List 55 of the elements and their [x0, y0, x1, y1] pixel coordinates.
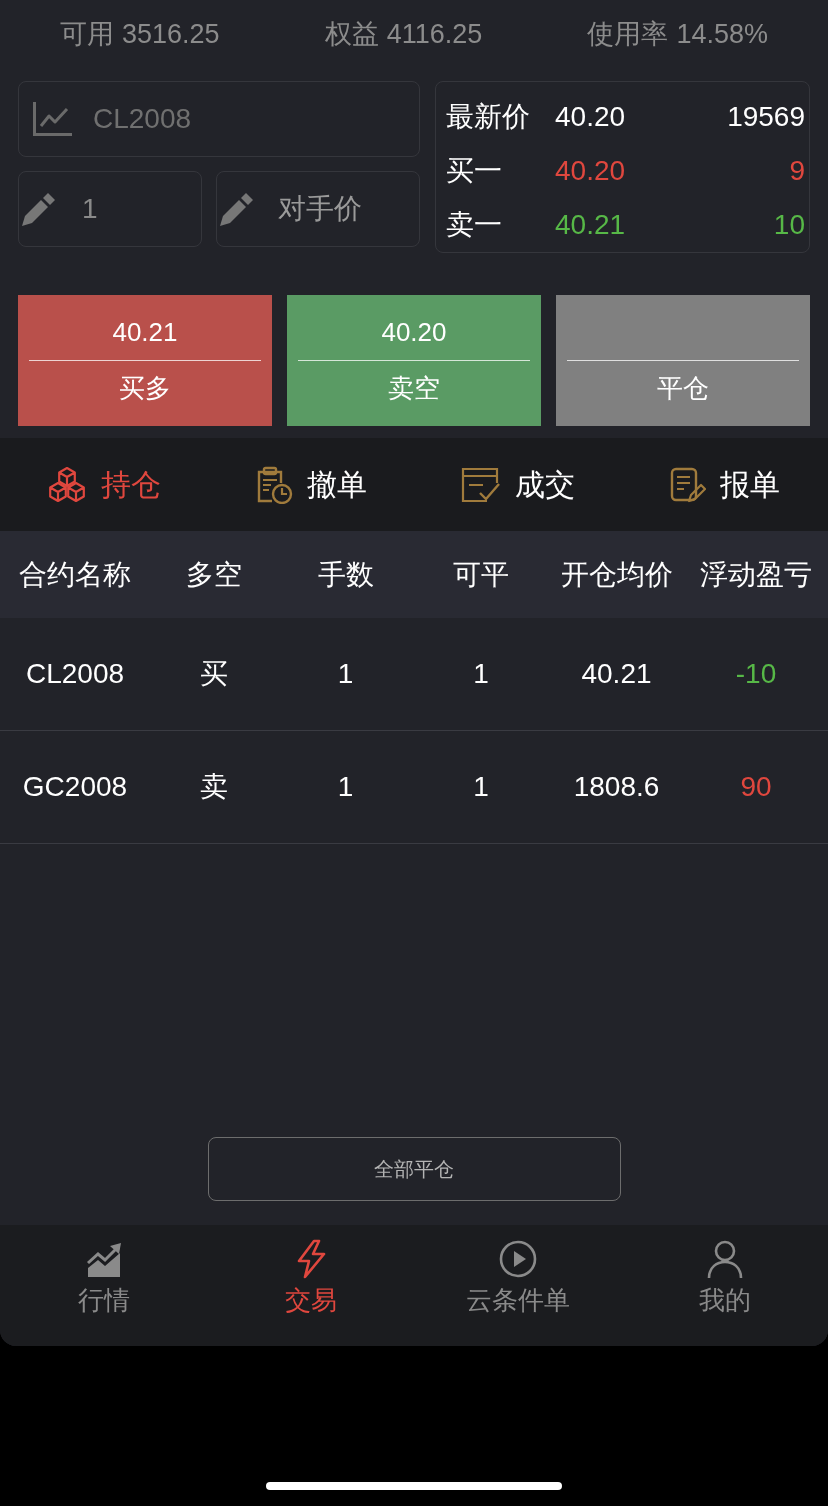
summary-label: 使用率 [587, 17, 669, 51]
column-header: 浮动盈亏 [699, 557, 813, 592]
column-header: 开仓均价 [559, 557, 674, 592]
column-header: 多空 [185, 557, 243, 592]
summary-value: 4116.25 [386, 17, 483, 51]
quote-label: 最新价 [446, 100, 531, 134]
table-cell-text: 90 [739, 770, 773, 804]
tab[interactable]: 成交 [460, 462, 575, 507]
table-cell-text: 1 [336, 657, 355, 691]
nav-tab[interactable]: 行情 [77, 1239, 130, 1317]
play-circle-icon [497, 1239, 538, 1279]
checklist-icon [460, 466, 501, 503]
tab[interactable]: 持仓 [46, 462, 161, 507]
table-cell-text: CL2008 [24, 657, 126, 691]
table-cell-text: 40.21 [580, 657, 653, 691]
quote-volume: 10 [772, 208, 805, 242]
pencil-icon [219, 191, 255, 227]
cubes-icon [46, 466, 87, 503]
symbol-field[interactable]: CL2008 [18, 81, 420, 157]
close-position-button[interactable]: 平仓 [556, 295, 810, 426]
table-cell-text: -10 [734, 657, 778, 691]
quote-volume: 9 [788, 154, 805, 188]
table-cell-text: 卖 [199, 770, 229, 804]
table-cell-text: 1 [336, 770, 355, 804]
quote-label: 买一 [446, 154, 503, 188]
nav-tab[interactable]: 我的 [698, 1239, 751, 1317]
summary-label: 权益 [324, 17, 379, 51]
price-type-field[interactable]: 对手价 [216, 171, 420, 247]
table-cell-text: 买 [199, 657, 229, 691]
summary-value: 14.58% [676, 17, 768, 51]
quantity-field[interactable]: 1 [18, 171, 202, 247]
table-cell-text: 1808.6 [572, 770, 661, 804]
sell-short-button[interactable]: 40.20 卖空 [287, 295, 541, 426]
summary-value: 3516.25 [122, 17, 220, 51]
quote-label: 卖一 [446, 208, 503, 242]
quote-volume: 19569 [727, 100, 805, 134]
pencil-icon [21, 191, 57, 227]
summary-label: 可用 [60, 17, 114, 51]
tab[interactable]: 报单 [669, 462, 780, 507]
table-cell-text: 1 [472, 770, 490, 804]
nav-tab[interactable]: 交易 [284, 1239, 337, 1317]
quote-price: 40.20 [555, 100, 627, 134]
nav-tab[interactable]: 云条件单 [465, 1239, 570, 1317]
close-all-button[interactable]: 全部平仓 [207, 1137, 621, 1201]
chart-line-icon [32, 101, 72, 137]
table-cell-text: GC2008 [21, 770, 129, 804]
buy-long-button[interactable]: 40.21 买多 [18, 295, 272, 426]
quote-price: 40.20 [555, 154, 627, 188]
column-header: 可平 [452, 557, 510, 592]
column-header: 手数 [316, 557, 375, 592]
column-header: 合约名称 [18, 557, 132, 592]
document-pencil-icon [669, 466, 706, 503]
tab[interactable]: 撤单 [254, 462, 367, 507]
quote-price: 40.21 [555, 208, 627, 242]
table-cell-text: 1 [472, 657, 490, 691]
